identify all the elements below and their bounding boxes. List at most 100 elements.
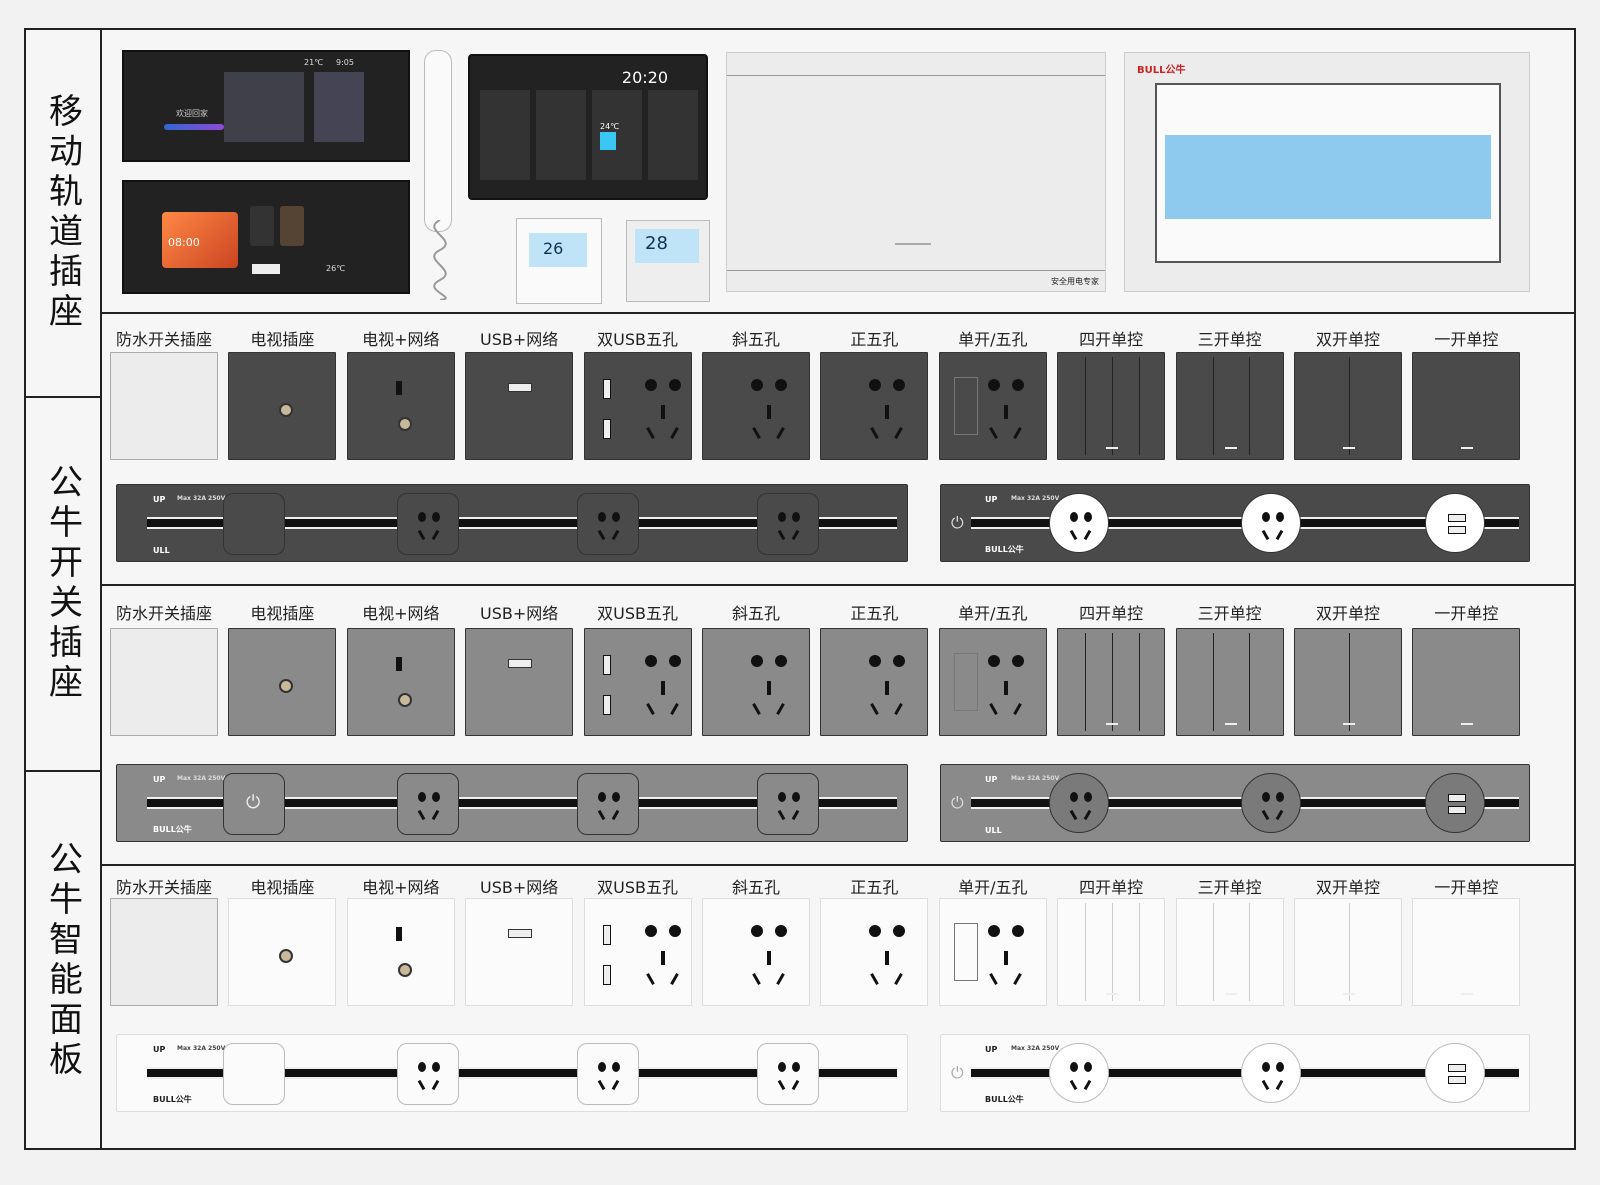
socket-panel[interactable] [820,898,929,1006]
track-socket-module[interactable] [577,773,639,835]
socket-panel[interactable] [465,352,574,460]
switch-panel[interactable] [1057,898,1166,1006]
track-socket-module[interactable] [1425,773,1485,833]
switch-gang-divider [1112,633,1114,731]
socket-pin-icon [987,655,1000,667]
socket-panel[interactable] [583,898,692,1006]
tv-jack-icon [279,403,294,417]
panel-label: 双USB五孔 [597,604,679,623]
socket-pin-icon [418,512,426,522]
switch-gang-divider [1085,903,1087,1001]
panel-label: 防水开关插座 [115,330,212,349]
indicator-light [1224,723,1237,725]
track-socket-module[interactable] [397,1043,459,1105]
socket-panel[interactable] [583,628,692,736]
socket-pin-icon [777,809,786,821]
socket-pin-icon [660,951,665,965]
socket-pin-icon [1070,512,1078,522]
track-switch-module[interactable] [223,1043,285,1105]
track-socket-module[interactable] [1241,493,1301,553]
socket-pin-icon [1083,809,1092,821]
socket-panel[interactable] [465,898,574,1006]
socket-panel[interactable] [583,352,692,460]
track-socket-module[interactable] [1049,773,1109,833]
track-strip: UP Max 32A 250V BULL公牛 [116,1034,908,1112]
switch-gang-divider [1085,357,1087,455]
switch-panel[interactable] [1294,628,1402,736]
track-socket-module[interactable] [757,773,819,835]
distribution-box-caption: 安全用电专家 [1051,277,1099,286]
socket-pin-icon [752,427,761,439]
socket-panel[interactable] [110,352,218,460]
track-socket-module[interactable] [577,493,639,555]
switch-panel[interactable] [1294,898,1402,1006]
socket-pin-icon [431,529,440,541]
socket-panel[interactable] [820,352,929,460]
indicator-light [1106,723,1119,725]
socket-panel[interactable] [938,898,1047,1006]
socket-panel[interactable] [346,628,455,736]
socket-panel[interactable] [702,352,810,460]
track-socket-module[interactable] [1241,773,1301,833]
switch-panel[interactable] [1412,898,1521,1006]
socket-panel[interactable] [110,898,218,1006]
track-socket-module[interactable] [1241,1043,1301,1103]
track-socket-module[interactable] [1425,1043,1485,1103]
rocker-switch [953,377,978,435]
power-icon[interactable]: ⏻ [951,793,964,813]
track-socket-module[interactable] [757,493,819,555]
switch-panel[interactable] [1057,352,1166,460]
switch-panel[interactable] [1175,352,1284,460]
socket-panel[interactable] [346,352,455,460]
panel-label: 双开单控 [1315,604,1380,623]
tv-jack-icon [397,963,412,977]
socket-pin-icon [778,1062,786,1072]
track-socket-module[interactable] [1049,493,1109,553]
socket-panel[interactable] [820,628,929,736]
socket-pin-icon [669,703,679,715]
socket-panel[interactable] [228,352,337,460]
socket-panel[interactable] [346,898,455,1006]
socket-panel[interactable] [228,898,337,1006]
indicator-light [1106,993,1119,995]
socket-pin-icon [668,379,681,391]
network-port-icon [395,927,402,941]
track-up-label: UP [985,495,998,504]
track-socket-module[interactable] [397,773,459,835]
track-socket-module[interactable] [757,1043,819,1105]
socket-panel[interactable] [465,628,574,736]
track-socket-module[interactable] [1425,493,1485,553]
socket-panel[interactable] [110,628,218,736]
socket-panel[interactable] [702,898,810,1006]
track-socket-module[interactable] [1049,1043,1109,1103]
power-icon[interactable]: ⏻ [951,1063,964,1083]
switch-panel[interactable] [1175,898,1284,1006]
socket-panel[interactable] [702,628,810,736]
switch-panel[interactable] [1175,628,1284,736]
track-switch-module[interactable] [223,493,285,555]
track-rating: Max 32A 250V [1011,1045,1060,1052]
switch-panel[interactable] [1057,628,1166,736]
socket-panel[interactable] [228,628,337,736]
socket-pin-icon [870,973,880,985]
socket-pin-icon [791,809,800,821]
switch-panel[interactable] [1412,628,1521,736]
switch-panel[interactable] [1294,352,1402,460]
socket-pin-icon [668,655,681,667]
track-switch-module[interactable]: ⏻ [223,773,285,835]
track-socket-module[interactable] [397,493,459,555]
socket-pin-icon [1012,703,1022,715]
track-strip: UP Max 32A 250V BULL公牛 ⏻ [940,1034,1530,1112]
thermostat-2: 28 [626,220,710,302]
indicator-light [1343,447,1355,449]
screen-time: 20:20 [621,68,668,87]
power-icon[interactable]: ⏻ [951,513,964,533]
track-rating: Max 32A 250V [177,775,226,782]
track-socket-module[interactable] [577,1043,639,1105]
panel-label: USB+网络 [480,330,559,349]
socket-panel[interactable] [938,628,1047,736]
switch-panel[interactable] [1412,352,1521,460]
socket-pin-icon [597,1079,606,1091]
socket-panel[interactable] [938,352,1047,460]
switch-gang-divider [1349,357,1350,455]
